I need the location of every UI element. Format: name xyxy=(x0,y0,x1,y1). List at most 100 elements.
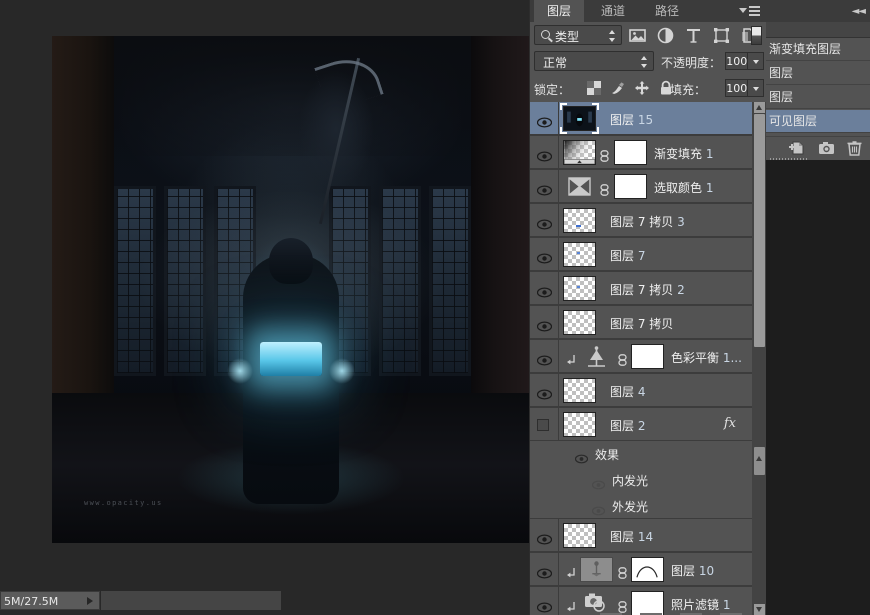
eye-icon[interactable] xyxy=(536,181,553,196)
visibility-cell[interactable] xyxy=(530,306,559,339)
layer-mask-thumbnail[interactable] xyxy=(614,174,647,199)
layer-list-scrollbar[interactable] xyxy=(752,102,766,615)
blend-mode-select[interactable]: 正常 xyxy=(534,51,654,71)
layer-thumbnail[interactable] xyxy=(580,344,613,369)
visibility-cell[interactable] xyxy=(530,340,559,373)
layer-thumbnail[interactable] xyxy=(580,591,613,615)
shape-filter-icon[interactable] xyxy=(713,27,730,44)
layer-mask-thumbnail[interactable] xyxy=(614,140,647,165)
lock-image-icon[interactable] xyxy=(610,80,626,96)
layer-name[interactable]: 选取颜色 1 xyxy=(654,179,713,196)
layer-name[interactable]: 色彩平衡 1... xyxy=(671,349,742,366)
tab-paths[interactable]: 路径 xyxy=(642,0,692,22)
layer-thumbnail[interactable] xyxy=(563,140,596,165)
delete-trash-icon[interactable] xyxy=(846,140,863,156)
layer-thumbnail[interactable] xyxy=(563,378,596,403)
layer-row-layer10-curves[interactable]: 图层 10 xyxy=(530,553,752,586)
layer-name[interactable]: 图层 7 拷贝 3 xyxy=(610,213,685,230)
layer-name[interactable]: 图层 14 xyxy=(610,528,653,545)
layer-row-layer14[interactable]: 图层 14 xyxy=(530,519,752,552)
document-size-field[interactable]: 5M/27.5M xyxy=(0,591,100,610)
layer-row-layer7-copy[interactable]: 图层 7 拷贝 xyxy=(530,306,752,339)
new-document-icon[interactable] xyxy=(788,140,805,156)
chevron-updown-icon[interactable] xyxy=(641,56,648,68)
layer-name[interactable]: 图层 7 xyxy=(610,247,645,264)
layer-thumbnail[interactable] xyxy=(563,412,596,437)
eye-icon[interactable] xyxy=(536,385,553,400)
history-item[interactable]: 渐变填充图层 xyxy=(766,38,870,61)
scroll-down-arrow-icon[interactable] xyxy=(754,604,765,615)
visibility-cell[interactable] xyxy=(530,374,559,407)
layer-row-photo-filter-1[interactable]: 照片滤镜 1 xyxy=(530,587,752,615)
effect-row-outer-glow[interactable]: 外发光 xyxy=(530,493,752,519)
layer-effects-fx-icon[interactable]: fx xyxy=(724,416,736,431)
link-mask-icon[interactable] xyxy=(618,351,627,366)
filter-toggle-switch[interactable] xyxy=(751,26,762,45)
lock-transparency-icon[interactable] xyxy=(586,80,602,96)
eye-icon[interactable] xyxy=(536,598,553,613)
panel-resize-grip[interactable] xyxy=(770,158,808,160)
layer-row-layer7-copy2[interactable]: 图层 7 拷贝 2 xyxy=(530,272,752,305)
visibility-cell[interactable] xyxy=(530,204,559,237)
eye-icon[interactable] xyxy=(536,147,553,162)
layer-row-layer4[interactable]: 图层 4 xyxy=(530,374,752,407)
scrollbar-thumb[interactable] xyxy=(754,114,765,347)
collapse-panel-icon[interactable]: ◄◄ xyxy=(852,6,866,17)
eye-icon[interactable] xyxy=(536,249,553,264)
link-mask-icon[interactable] xyxy=(618,564,627,579)
eye-icon[interactable] xyxy=(536,317,553,332)
history-item[interactable]: 图层 xyxy=(766,62,870,85)
visibility-cell[interactable] xyxy=(530,519,559,552)
visibility-cell[interactable] xyxy=(530,408,559,441)
layer-name[interactable]: 渐变填充 1 xyxy=(654,145,713,162)
visibility-cell[interactable] xyxy=(530,102,559,135)
filter-kind-select[interactable]: 类型 xyxy=(534,25,622,45)
adjustment-filter-icon[interactable] xyxy=(657,27,674,44)
panel-menu-icon[interactable] xyxy=(739,4,761,18)
layer-name[interactable]: 图层 2 xyxy=(610,417,645,434)
layer-mask-thumbnail[interactable] xyxy=(631,344,664,369)
eye-icon[interactable] xyxy=(536,351,553,366)
snapshot-camera-icon[interactable] xyxy=(818,140,835,156)
scrollbar-thumb-secondary[interactable] xyxy=(754,447,765,475)
link-mask-icon[interactable] xyxy=(618,598,627,613)
link-mask-icon[interactable] xyxy=(600,147,609,162)
layer-mask-thumbnail[interactable] xyxy=(631,591,664,615)
layer-thumbnail[interactable] xyxy=(563,310,596,335)
effects-group-row[interactable]: 效果 xyxy=(530,441,752,467)
eye-icon[interactable] xyxy=(536,215,553,230)
layer-row-image-15[interactable]: 图层 15 xyxy=(530,102,752,135)
eye-icon[interactable] xyxy=(536,564,553,579)
layer-thumbnail[interactable] xyxy=(563,276,596,301)
visibility-cell[interactable] xyxy=(530,136,559,169)
visibility-cell[interactable] xyxy=(530,170,559,203)
chevron-updown-icon[interactable] xyxy=(609,30,616,42)
visibility-cell[interactable] xyxy=(530,238,559,271)
layer-row-layer7-copy3[interactable]: 图层 7 拷贝 3 xyxy=(530,204,752,237)
layer-name[interactable]: 图层 7 拷贝 xyxy=(610,315,673,332)
image-filter-icon[interactable] xyxy=(629,27,646,44)
eye-icon[interactable] xyxy=(536,283,553,298)
layer-name[interactable]: 照片滤镜 1 xyxy=(671,596,730,613)
eye-icon[interactable] xyxy=(591,475,606,490)
scroll-up-arrow-icon[interactable] xyxy=(754,102,765,113)
status-menu-arrow-icon[interactable] xyxy=(87,597,93,605)
layer-thumbnail[interactable] xyxy=(563,174,596,199)
layer-mask-thumbnail[interactable] xyxy=(631,557,664,582)
layer-name[interactable]: 图层 7 拷贝 2 xyxy=(610,281,685,298)
background-history-panel[interactable]: ◄◄ 渐变填充图层 图层 图层 可见图层 xyxy=(765,0,870,160)
tab-layers[interactable]: 图层 xyxy=(534,0,584,22)
type-filter-icon[interactable] xyxy=(685,27,702,44)
layer-list[interactable]: 图层 15 渐变填充 1 选取颜色 1 图层 7 拷贝 3 图层 7 图层 7 … xyxy=(530,102,766,615)
eye-icon[interactable] xyxy=(536,530,553,545)
eye-off-icon[interactable] xyxy=(537,419,549,431)
eye-icon[interactable] xyxy=(536,113,553,128)
layer-thumbnail[interactable] xyxy=(563,242,596,267)
layer-name[interactable]: 图层 4 xyxy=(610,383,645,400)
layer-row-gradient-fill-1[interactable]: 渐变填充 1 xyxy=(530,136,752,169)
effect-row-inner-glow[interactable]: 内发光 xyxy=(530,467,752,493)
visibility-cell[interactable] xyxy=(530,587,559,615)
layer-name[interactable]: 图层 15 xyxy=(610,111,653,128)
link-mask-icon[interactable] xyxy=(600,181,609,196)
tab-channels[interactable]: 通道 xyxy=(588,0,638,22)
